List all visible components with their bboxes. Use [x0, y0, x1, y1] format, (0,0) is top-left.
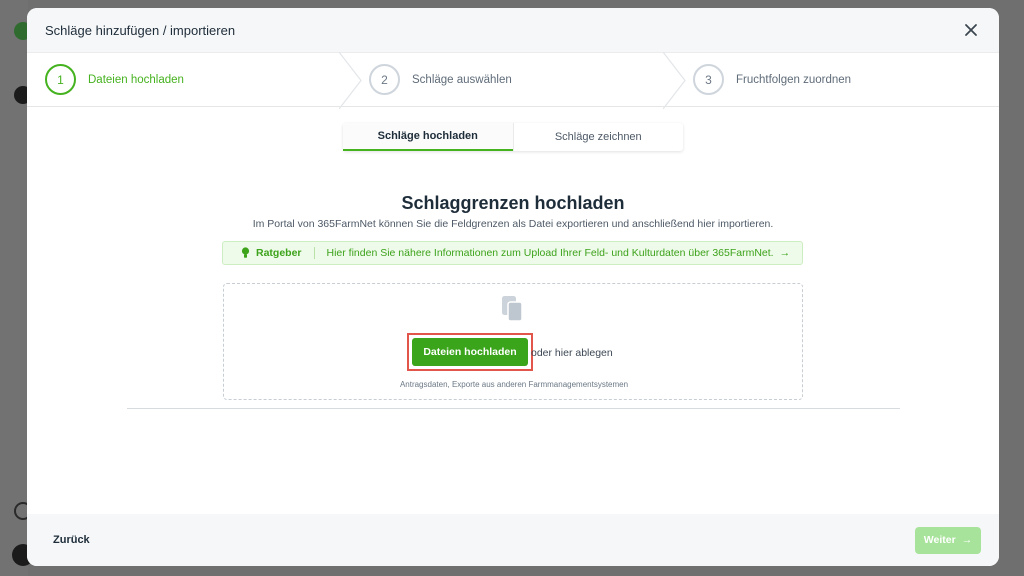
drop-here-text: oder hier ablegen — [531, 347, 613, 359]
chevron-step-icon — [663, 52, 686, 109]
files-icon — [502, 296, 523, 322]
tab-draw-fields[interactable]: Schläge zeichnen — [512, 123, 684, 151]
bulb-icon — [241, 247, 250, 258]
dialog-title: Schläge hinzufügen / importieren — [45, 22, 236, 38]
section-heading: Schlaggrenzen hochladen — [401, 193, 625, 213]
arrow-right-icon: → — [779, 247, 791, 259]
upload-mode-tabs: Schläge hochladen Schläge zeichnen — [343, 123, 683, 151]
step-label: Schläge auswählen — [412, 73, 512, 86]
dialog-header: Schläge hinzufügen / importieren — [27, 8, 999, 52]
advice-title: Ratgeber — [256, 247, 302, 259]
file-dropzone[interactable]: Dateien hochladen oder hier ablegen Antr… — [223, 283, 803, 400]
stepper: 1 Dateien hochladen 2 Schläge auswählen … — [27, 52, 999, 109]
close-icon — [965, 24, 977, 36]
next-button-label: Weiter — [923, 534, 956, 546]
step-label: Fruchtfolgen zuordnen — [736, 73, 852, 86]
dialog-footer: Zurück Weiter → — [27, 514, 999, 566]
step-label: Dateien hochladen — [88, 73, 184, 86]
advice-link-text[interactable]: Hier finden Sie nähere Informationen zum… — [327, 247, 774, 259]
step-number: 2 — [369, 64, 400, 95]
upload-files-button[interactable]: Dateien hochladen — [412, 338, 528, 366]
back-button[interactable]: Zurück — [53, 534, 90, 546]
advice-banner[interactable]: Ratgeber Hier finden Sie nähere Informat… — [222, 241, 803, 265]
advice-divider — [313, 247, 315, 259]
dialog-content: Schläge hochladen Schläge zeichnen Schla… — [27, 107, 999, 517]
step-number: 1 — [45, 64, 76, 95]
section-description: Im Portal von 365FarmNet können Sie die … — [252, 218, 774, 230]
tab-upload-fields[interactable]: Schläge hochladen — [343, 123, 513, 151]
content-divider — [127, 408, 900, 409]
step-number: 3 — [693, 64, 724, 95]
step-upload-files[interactable]: 1 Dateien hochladen — [27, 52, 362, 109]
step-assign-crop-rotation[interactable]: 3 Fruchtfolgen zuordnen — [675, 53, 999, 106]
arrow-right-icon: → — [961, 534, 973, 546]
upload-button-highlight: Dateien hochladen — [407, 333, 533, 371]
dropzone-hint: Antragsdaten, Exporte aus anderen Farmma… — [399, 380, 629, 389]
next-button[interactable]: Weiter → — [915, 526, 981, 554]
step-select-fields[interactable]: 2 Schläge auswählen — [351, 52, 686, 109]
chevron-step-icon — [339, 52, 362, 109]
close-button[interactable] — [961, 20, 981, 40]
import-dialog: Schläge hinzufügen / importieren 1 Datei… — [27, 8, 999, 566]
